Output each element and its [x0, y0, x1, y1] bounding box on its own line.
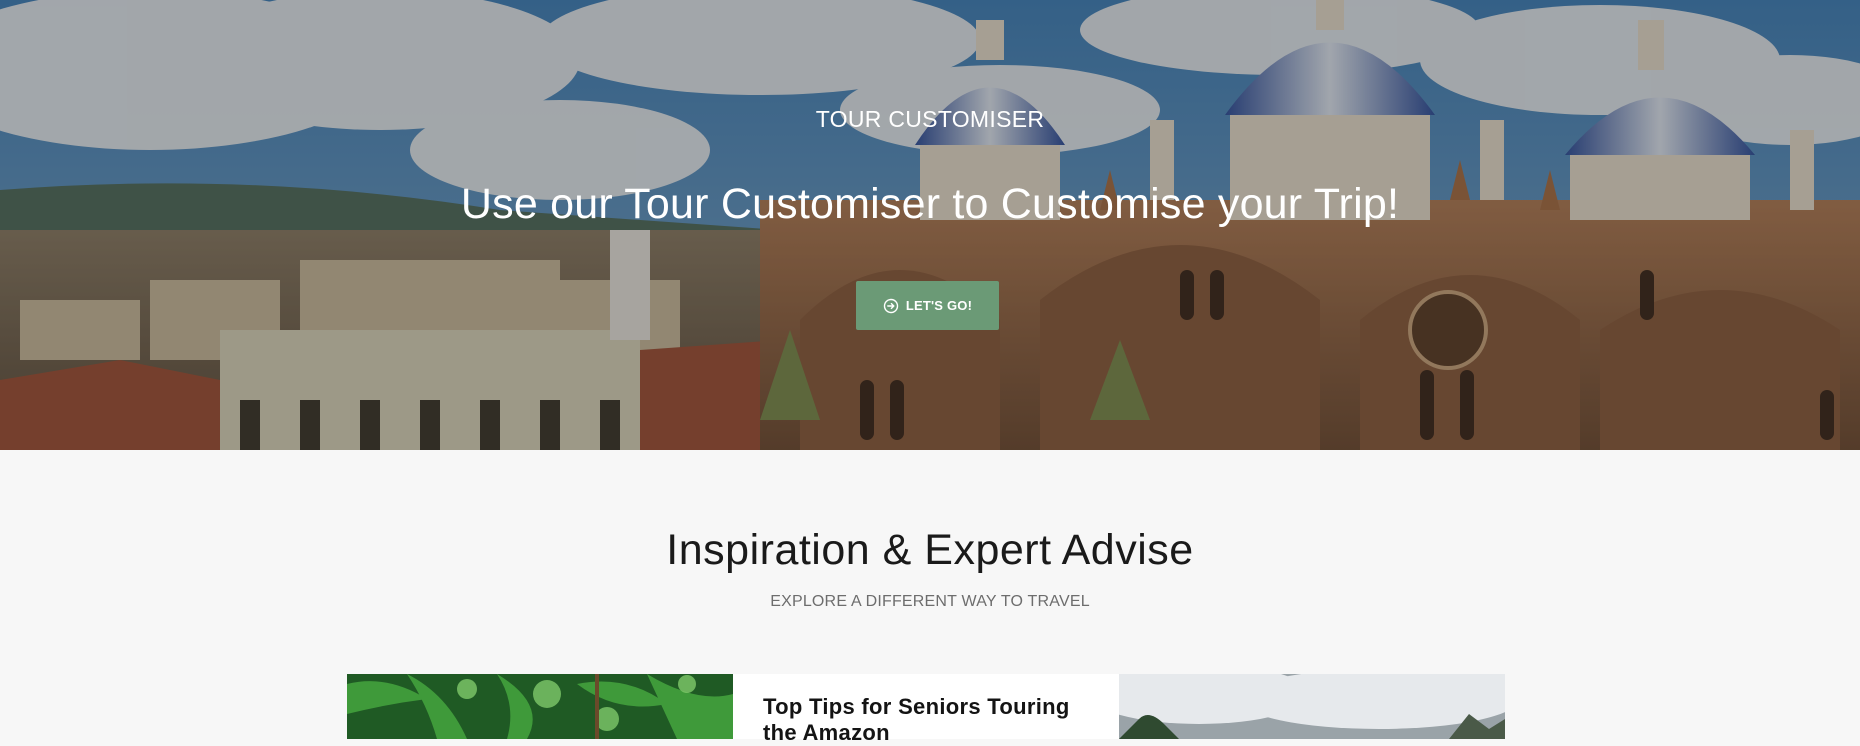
lets-go-button[interactable]: LET'S GO!	[856, 281, 999, 330]
article-card-title[interactable]: Top Tips for Seniors Touring the Amazon	[763, 694, 1089, 746]
hero-title: Use our Tour Customiser to Customise you…	[460, 180, 1400, 228]
inspiration-section: Inspiration & Expert Advise EXPLORE A DI…	[0, 450, 1860, 745]
article-cards-row: Top Tips for Seniors Touring the Amazon	[347, 674, 1505, 745]
lets-go-button-label: LET'S GO!	[905, 298, 973, 313]
arrow-circle-right-icon	[883, 298, 899, 313]
hero-banner: TOUR CUSTOMISER Use our Tour Customiser …	[0, 0, 1860, 450]
hero-eyebrow: TOUR CUSTOMISER	[815, 106, 1045, 132]
section-subtitle: EXPLORE A DIFFERENT WAY TO TRAVEL	[770, 593, 1090, 610]
amazon-jungle-image[interactable]	[347, 674, 733, 739]
section-title: Inspiration & Expert Advise	[666, 526, 1194, 574]
article-card[interactable]: Top Tips for Seniors Touring the Amazon	[733, 674, 1119, 745]
cloudy-mountain-image[interactable]	[1119, 674, 1505, 739]
